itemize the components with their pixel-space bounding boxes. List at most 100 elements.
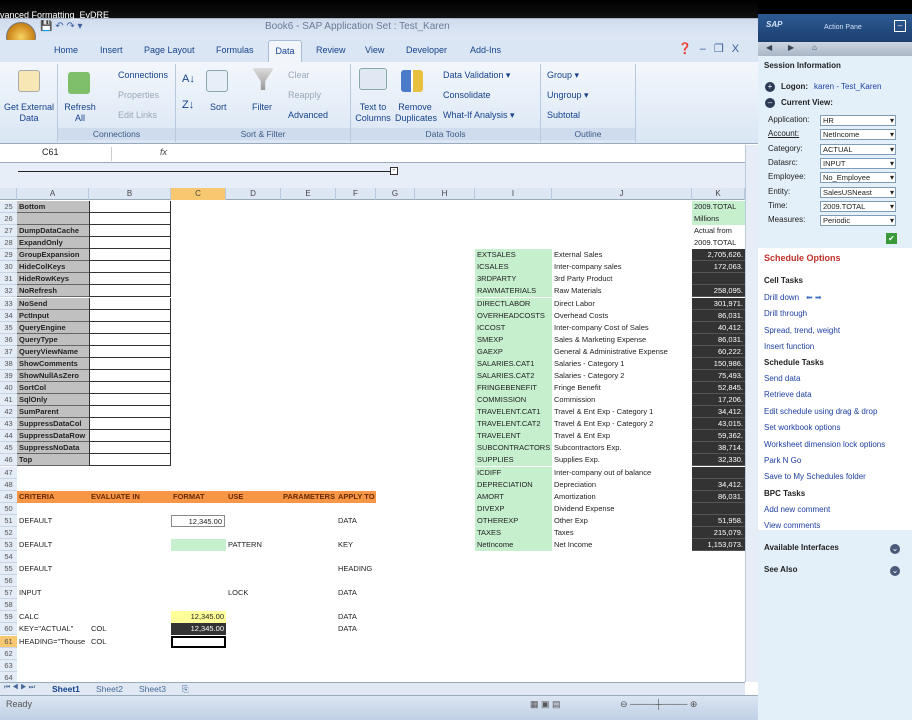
- field-select-measures[interactable]: Periodic: [820, 215, 896, 227]
- field-select-employee[interactable]: No_Employee: [820, 172, 896, 184]
- cell-a30[interactable]: HideColKeys: [17, 261, 89, 274]
- cell-a38[interactable]: ShowComments: [17, 357, 89, 370]
- cell-c49[interactable]: FORMAT: [171, 490, 226, 503]
- cell-i33[interactable]: DIRECTLABOR: [475, 297, 552, 310]
- row-header[interactable]: 45: [0, 442, 17, 455]
- logon-value[interactable]: karen - Test_Karen: [814, 82, 881, 91]
- cell-i34[interactable]: OVERHEADCOSTS: [475, 309, 552, 322]
- task-link[interactable]: Add new comment: [764, 505, 830, 514]
- home-icon[interactable]: ⌂: [812, 43, 817, 52]
- cell-j53[interactable]: Net Income: [552, 539, 692, 551]
- cell-k39[interactable]: 75,493.: [692, 369, 745, 382]
- cell-k29[interactable]: 2,705,626.: [692, 249, 745, 262]
- advanced-button[interactable]: Advanced: [288, 110, 328, 121]
- cell-a40[interactable]: SortCol: [17, 382, 89, 395]
- row-header[interactable]: 46: [0, 454, 17, 467]
- group-button[interactable]: Group ▾: [547, 70, 579, 81]
- cell-a60[interactable]: KEY="ACTUAL": [17, 623, 89, 635]
- cell-b34[interactable]: [89, 309, 171, 322]
- cell-i31[interactable]: 3RDPARTY: [475, 273, 552, 286]
- cell-i45[interactable]: SUBCONTRACTORS: [475, 442, 552, 455]
- column-header-d[interactable]: D: [226, 188, 281, 200]
- cell-a25[interactable]: Bottom: [17, 201, 89, 213]
- cell-b28[interactable]: [89, 237, 171, 250]
- cell-b33[interactable]: [89, 297, 171, 310]
- tab-sheet3[interactable]: Sheet3: [139, 684, 166, 694]
- select-all-corner[interactable]: [0, 188, 17, 200]
- cell-j40[interactable]: Fringe Benefit: [552, 382, 692, 394]
- cell-a55[interactable]: DEFAULT: [17, 563, 89, 575]
- cell-b49[interactable]: EVALUATE IN: [89, 490, 171, 503]
- cell-j32[interactable]: Raw Materials: [552, 285, 692, 297]
- cell-b38[interactable]: [89, 357, 171, 370]
- row-header[interactable]: 43: [0, 418, 17, 431]
- row-header[interactable]: 55: [0, 563, 17, 576]
- cell-j39[interactable]: Salaries - Category 2: [552, 370, 692, 382]
- row-header[interactable]: 61: [0, 635, 17, 648]
- cell-a49[interactable]: CRITERIA: [17, 490, 89, 503]
- cell-k42[interactable]: 34,412.: [692, 406, 745, 419]
- cell-i53[interactable]: NetIncome: [475, 538, 552, 551]
- edit-links-button[interactable]: Edit Links: [118, 110, 157, 121]
- cell-k41[interactable]: 17,206.: [692, 394, 745, 407]
- cell-i41[interactable]: COMMISSION: [475, 394, 552, 407]
- task-link[interactable]: Drill through: [764, 309, 807, 318]
- cell-b46[interactable]: [89, 454, 171, 467]
- cell-i44[interactable]: TRAVELENT: [475, 430, 552, 443]
- remove-duplicates-button[interactable]: Remove Duplicates: [395, 102, 437, 124]
- cell-b27[interactable]: [89, 225, 171, 238]
- cell-j30[interactable]: Inter-company sales: [552, 261, 692, 273]
- window-controls[interactable]: ❓–❐X: [678, 42, 747, 55]
- cell-k45[interactable]: 38,714.: [692, 442, 745, 455]
- subtotal-button[interactable]: Subtotal: [547, 110, 580, 121]
- field-select-category[interactable]: ACTUAL: [820, 143, 896, 155]
- cell-a29[interactable]: GroupExpansion: [17, 249, 89, 262]
- connections-button[interactable]: Connections: [118, 70, 168, 81]
- cell-j29[interactable]: External Sales: [552, 249, 692, 261]
- apply-check-icon[interactable]: ✔: [886, 233, 897, 244]
- cell-c59[interactable]: 12,345.00: [171, 611, 226, 624]
- cell-i48[interactable]: DEPRECIATION: [475, 478, 552, 491]
- row-header[interactable]: 39: [0, 369, 17, 382]
- sort-asc-icon[interactable]: A↓: [182, 74, 195, 85]
- cell-a33[interactable]: NoSend: [17, 297, 89, 310]
- cell-a36[interactable]: QueryType: [17, 333, 89, 346]
- cell-b37[interactable]: [89, 345, 171, 358]
- cell-i39[interactable]: SALARIES.CAT2: [475, 369, 552, 382]
- tab-home[interactable]: Home: [54, 45, 78, 55]
- row-header[interactable]: 54: [0, 551, 17, 564]
- task-link[interactable]: Worksheet dimension lock options: [764, 440, 885, 449]
- cell-j35[interactable]: Inter-company Cost of Sales: [552, 322, 692, 334]
- row-header[interactable]: 33: [0, 297, 17, 310]
- cell-b29[interactable]: [89, 249, 171, 262]
- row-header[interactable]: 28: [0, 237, 17, 250]
- cell-i30[interactable]: ICSALES: [475, 261, 552, 274]
- row-header[interactable]: 37: [0, 345, 17, 358]
- minimize-icon[interactable]: –: [700, 43, 714, 55]
- clear-button[interactable]: Clear: [288, 70, 310, 81]
- collapse-button[interactable]: -: [390, 167, 398, 175]
- cell-f60[interactable]: DATA: [336, 623, 376, 635]
- row-header[interactable]: 56: [0, 575, 17, 588]
- cell-i40[interactable]: FRINGEBENEFIT: [475, 382, 552, 395]
- cell-k36[interactable]: 86,031.: [692, 333, 745, 346]
- row-header[interactable]: 40: [0, 382, 17, 395]
- text-to-columns-button[interactable]: Text to Columns: [353, 102, 393, 124]
- cell-f53[interactable]: KEY: [336, 539, 376, 551]
- cell-k35[interactable]: 40,412.: [692, 321, 745, 334]
- cell-a37[interactable]: QueryViewName: [17, 345, 89, 358]
- row-header[interactable]: 47: [0, 466, 17, 479]
- column-header-g[interactable]: G: [376, 188, 415, 200]
- get-external-data-button[interactable]: Get External Data: [2, 102, 56, 124]
- cell-i46[interactable]: SUPPLIES: [475, 454, 552, 467]
- cell-j52[interactable]: Taxes: [552, 527, 692, 539]
- cell-j34[interactable]: Overhead Costs: [552, 310, 692, 322]
- row-header[interactable]: 32: [0, 285, 17, 298]
- task-link[interactable]: Spread, trend, weight: [764, 326, 840, 335]
- row-header[interactable]: 34: [0, 309, 17, 322]
- vertical-scrollbar[interactable]: [745, 145, 758, 682]
- row-header[interactable]: 35: [0, 321, 17, 334]
- cell-f51[interactable]: DATA: [336, 515, 376, 527]
- see-also-heading[interactable]: See Also: [764, 565, 798, 574]
- row-header[interactable]: 30: [0, 261, 17, 274]
